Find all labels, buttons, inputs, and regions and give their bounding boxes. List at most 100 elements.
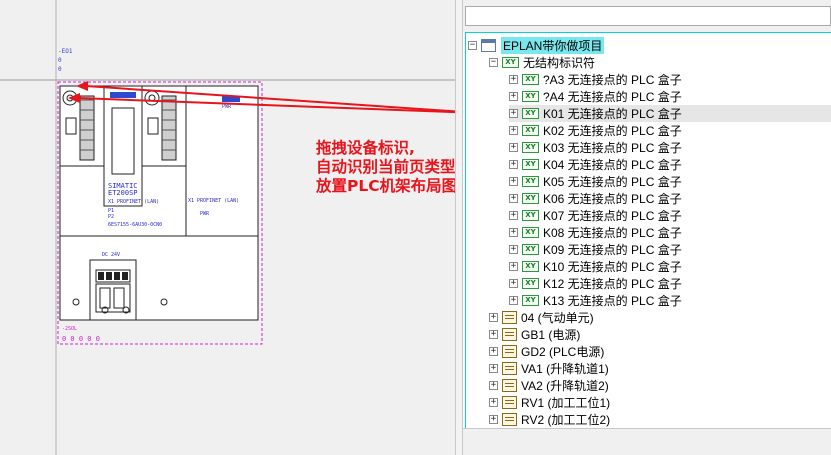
expand-icon[interactable]: + bbox=[509, 75, 518, 84]
tree-node-device[interactable]: + XY K02 无连接点的 PLC 盒子 bbox=[509, 122, 682, 139]
tree-node-label: K13 无连接点的 PLC 盒子 bbox=[543, 294, 682, 308]
xy-tag-icon: XY bbox=[522, 193, 539, 204]
location-box-icon bbox=[502, 413, 517, 426]
tree-node-label: GB1 (电源) bbox=[521, 328, 581, 342]
xy-tag-icon: XY bbox=[522, 261, 539, 272]
tree-node-label: 04 (气动单元) bbox=[521, 311, 594, 325]
filter-input[interactable] bbox=[465, 6, 831, 26]
project-icon bbox=[481, 39, 496, 52]
expand-icon[interactable]: + bbox=[509, 143, 518, 152]
tree-node-device[interactable]: + XY K08 无连接点的 PLC 盒子 bbox=[509, 224, 682, 241]
svg-text:PWR: PWR bbox=[222, 104, 232, 110]
expand-icon[interactable]: + bbox=[509, 262, 518, 271]
svg-text:P2: P2 bbox=[108, 214, 114, 220]
tree-node-location[interactable]: + RV2 (加工工位2) bbox=[489, 411, 610, 428]
filter-row bbox=[463, 0, 831, 32]
tree-node-device[interactable]: + XY ?A3 无连接点的 PLC 盒子 bbox=[509, 71, 682, 88]
expand-icon[interactable]: + bbox=[509, 126, 518, 135]
expand-icon[interactable]: + bbox=[509, 177, 518, 186]
tree-node-device[interactable]: + XY K12 无连接点的 PLC 盒子 bbox=[509, 275, 682, 292]
expand-icon[interactable]: + bbox=[509, 228, 518, 237]
drawing-dc: DC 24V bbox=[102, 252, 120, 258]
expand-icon[interactable]: + bbox=[509, 245, 518, 254]
tree-node-group[interactable]: − XY 无结构标识符 bbox=[489, 54, 595, 71]
expand-icon[interactable]: + bbox=[489, 313, 498, 322]
expand-icon[interactable]: + bbox=[509, 211, 518, 220]
collapse-icon[interactable]: − bbox=[468, 41, 477, 50]
tree-node-label: 无结构标识符 bbox=[523, 56, 596, 70]
xy-tag-icon: XY bbox=[522, 125, 539, 136]
expand-icon[interactable]: + bbox=[489, 415, 498, 424]
tree-node-label: VA2 (升降轨道2) bbox=[521, 379, 609, 393]
tree-node-location[interactable]: + VA2 (升降轨道2) bbox=[489, 377, 609, 394]
tree-node-device[interactable]: + XY K10 无连接点的 PLC 盒子 bbox=[509, 258, 682, 275]
expand-icon[interactable]: + bbox=[489, 398, 498, 407]
expand-icon[interactable]: + bbox=[509, 194, 518, 203]
tree-node-device[interactable]: + XY K05 无连接点的 PLC 盒子 bbox=[509, 173, 682, 190]
tree-node-location[interactable]: + GD2 (PLC电源) bbox=[489, 343, 604, 360]
tree-node-label: K04 无连接点的 PLC 盒子 bbox=[543, 158, 682, 172]
tree-node-label: K03 无连接点的 PLC 盒子 bbox=[543, 141, 682, 155]
tree-node-device[interactable]: + XY K03 无连接点的 PLC 盒子 bbox=[509, 139, 682, 156]
expand-icon[interactable]: + bbox=[489, 364, 498, 373]
xy-tag-icon: XY bbox=[522, 210, 539, 221]
tree-node-device[interactable]: + XY K06 无连接点的 PLC 盒子 bbox=[509, 190, 682, 207]
expand-icon[interactable]: + bbox=[509, 296, 518, 305]
xy-tag-icon: XY bbox=[502, 57, 519, 68]
tree-node-label: K12 无连接点的 PLC 盒子 bbox=[543, 277, 682, 291]
drawing-tag: -EO1 bbox=[58, 48, 73, 55]
device-tree[interactable]: − EPLAN带你做项目 − XY 无结构标识符 + XY ?A3 无连接点的 … bbox=[465, 32, 831, 428]
tree-node-label: GD2 (PLC电源) bbox=[521, 345, 605, 359]
expand-icon[interactable]: + bbox=[509, 279, 518, 288]
svg-text:0 0 0 0 0: 0 0 0 0 0 bbox=[62, 335, 100, 343]
tree-node-label: EPLAN带你做项目 bbox=[501, 37, 605, 54]
tree-node-device[interactable]: + XY ?A4 无连接点的 PLC 盒子 bbox=[509, 88, 682, 105]
xy-tag-icon: XY bbox=[522, 244, 539, 255]
tree-node-location[interactable]: + GB1 (电源) bbox=[489, 326, 580, 343]
tree-node-label: VA1 (升降轨道1) bbox=[521, 362, 609, 376]
panel-bottom-strip bbox=[463, 428, 831, 455]
tree-node-label: RV1 (加工工位1) bbox=[521, 396, 611, 410]
tree-node-device[interactable]: + XY K04 无连接点的 PLC 盒子 bbox=[509, 156, 682, 173]
drawing-order: 6ES7155-6AU30-0CN0 bbox=[108, 222, 162, 228]
panel-splitter[interactable] bbox=[455, 0, 463, 455]
expand-icon[interactable]: + bbox=[509, 160, 518, 169]
expand-icon[interactable]: + bbox=[489, 347, 498, 356]
xy-tag-icon: XY bbox=[522, 278, 539, 289]
expand-icon[interactable]: + bbox=[489, 381, 498, 390]
tree-node-label: K02 无连接点的 PLC 盒子 bbox=[543, 124, 682, 138]
tree-node-device[interactable]: + XY K09 无连接点的 PLC 盒子 bbox=[509, 241, 682, 258]
tree-node-label: K10 无连接点的 PLC 盒子 bbox=[543, 260, 682, 274]
tree-node-label: ?A4 无连接点的 PLC 盒子 bbox=[543, 90, 682, 104]
xy-tag-icon: XY bbox=[522, 227, 539, 238]
location-box-icon bbox=[502, 345, 517, 358]
location-box-icon bbox=[502, 396, 517, 409]
tree-node-device-selected[interactable]: + XY K01 无连接点的 PLC 盒子 bbox=[509, 105, 831, 122]
tree-node-label: RV2 (加工工位2) bbox=[521, 413, 611, 427]
tree-node-location[interactable]: + RV1 (加工工位1) bbox=[489, 394, 610, 411]
drag-annotation: 拖拽设备标识, 自动识别当前页类型, 放置PLC机架布局图 bbox=[316, 139, 455, 196]
tree-node-location[interactable]: + VA1 (升降轨道1) bbox=[489, 360, 609, 377]
tree-node-location[interactable]: + 04 (气动单元) bbox=[489, 309, 594, 326]
expand-icon[interactable]: + bbox=[509, 109, 518, 118]
tree-node-label: K08 无连接点的 PLC 盒子 bbox=[543, 226, 682, 240]
xy-tag-icon: XY bbox=[522, 295, 539, 306]
drawing-model2: ET200SP bbox=[108, 189, 138, 197]
xy-tag-icon: XY bbox=[522, 159, 539, 170]
drawing-canvas[interactable]: -EO1 0 0 PWR SIMATIC ET200SP X1 PROFINET… bbox=[0, 0, 455, 455]
tree-node-project[interactable]: − EPLAN带你做项目 bbox=[468, 37, 605, 54]
annotation-line-2: 自动识别当前页类型, bbox=[316, 158, 455, 176]
tree-node-label: K05 无连接点的 PLC 盒子 bbox=[543, 175, 682, 189]
xy-tag-icon: XY bbox=[522, 176, 539, 187]
expand-icon[interactable]: + bbox=[489, 330, 498, 339]
xy-tag-icon: XY bbox=[522, 91, 539, 102]
location-box-icon bbox=[502, 362, 517, 375]
drawing-pwr: PWR bbox=[200, 211, 210, 217]
location-box-icon bbox=[502, 328, 517, 341]
tree-node-device[interactable]: + XY K07 无连接点的 PLC 盒子 bbox=[509, 207, 682, 224]
location-box-icon bbox=[502, 311, 517, 324]
tree-node-label: ?A3 无连接点的 PLC 盒子 bbox=[543, 73, 682, 87]
collapse-icon[interactable]: − bbox=[489, 58, 498, 67]
expand-icon[interactable]: + bbox=[509, 92, 518, 101]
tree-node-device[interactable]: + XY K13 无连接点的 PLC 盒子 bbox=[509, 292, 682, 309]
